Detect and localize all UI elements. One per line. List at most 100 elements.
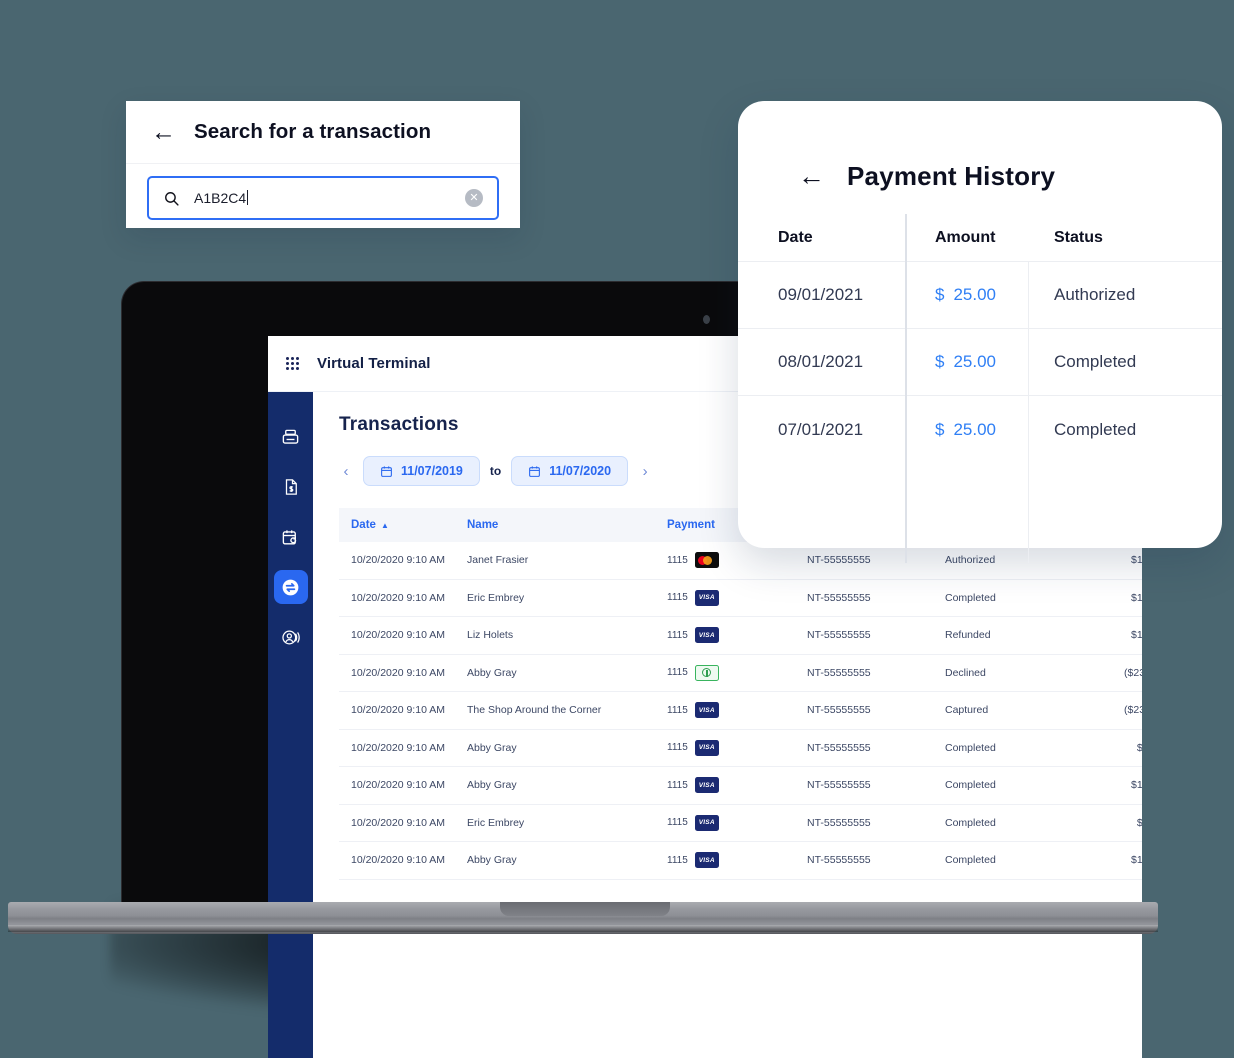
payment-history-table-header: Date Amount Status	[738, 214, 1222, 261]
cell-payment: 1115	[667, 552, 807, 569]
ph-cell-amount: $25.00	[935, 285, 997, 304]
ph-cell-status: Authorized	[1054, 285, 1136, 304]
date-start-value: 11/07/2019	[401, 464, 463, 478]
ph-cell-status: Completed	[1054, 419, 1137, 439]
date-end-field[interactable]: 11/07/2020	[511, 456, 629, 486]
cell-payment: 1115 VISA	[667, 589, 807, 606]
cash-icon	[694, 664, 719, 681]
date-end-value: 11/07/2020	[549, 464, 612, 478]
card-reader-icon	[282, 429, 299, 444]
cell-status: Completed	[945, 854, 996, 867]
cell-name: Eric Embrey	[467, 816, 525, 829]
table-vertical-divider-2	[1028, 261, 1029, 563]
table-row[interactable]: 10/20/2020 9:10 AM Abby Gray 1115 VISA NT-55…	[339, 730, 1142, 767]
payment-history-table: Date Amount Status 09/01/2021 $25.00 Autho…	[738, 214, 1222, 563]
card-last4: 1115	[667, 554, 688, 566]
visa-icon: VISA	[694, 852, 719, 869]
sidebar-item-customers[interactable]	[274, 620, 308, 654]
cell-amount: $100.00	[1131, 854, 1142, 867]
cell-status: Completed	[945, 816, 996, 829]
search-card-header: ← Search for a transaction	[126, 101, 520, 164]
cell-transaction-id: NT-55555555	[807, 741, 871, 754]
ph-cell-date: 08/01/2021	[778, 352, 864, 371]
currency-symbol: $	[935, 419, 945, 439]
payment-history-title: Payment History	[847, 161, 1056, 191]
payment-history-rows: 09/01/2021 $25.00 Authorized 08/01/2021 $25.…	[738, 262, 1222, 463]
visa-icon: VISA	[694, 739, 719, 756]
cell-amount: $100.00	[1131, 779, 1142, 792]
card-last4: 1115	[667, 854, 688, 866]
cell-date: 10/20/2020 9:10 AM	[351, 554, 445, 567]
mastercard-icon	[694, 552, 719, 569]
column-header-date[interactable]: Date ▲	[339, 519, 467, 531]
sidebar-item-terminal[interactable]	[274, 420, 308, 454]
sort-ascending-icon: ▲	[380, 521, 389, 530]
visa-icon: VISA	[694, 702, 719, 719]
card-last4: 1115	[667, 779, 688, 791]
cell-name: Liz Holets	[467, 629, 514, 642]
sidebar	[268, 392, 313, 1058]
clear-search-button[interactable]: ✕	[465, 189, 483, 207]
sidebar-item-invoices[interactable]	[274, 470, 308, 504]
cell-payment: 1115 VISA	[667, 627, 807, 644]
cell-date: 10/20/2020 9:10 AM	[351, 591, 445, 604]
laptop-base-notch	[500, 902, 670, 916]
text-cursor	[247, 190, 249, 205]
card-last4: 1115	[667, 629, 688, 641]
transactions-table: Date▲ Name Payment Transaction ID Status…	[339, 508, 1142, 880]
sidebar-item-transactions[interactable]	[273, 570, 308, 604]
ph-cell-amount: $25.00	[935, 352, 997, 371]
payment-history-row[interactable]: 07/01/2021 $25.00 Completed	[738, 396, 1222, 463]
cell-name: Abby Gray	[467, 741, 517, 754]
cell-date: 10/20/2020 9:10 AM	[351, 666, 445, 679]
visa-icon: VISA	[694, 777, 719, 794]
cell-status: Refunded	[945, 629, 991, 642]
cell-transaction-id: NT-55555555	[807, 704, 871, 717]
sidebar-item-recurring[interactable]	[274, 520, 308, 554]
cell-amount: $100.00	[1131, 554, 1142, 567]
arrow-left-icon[interactable]: ←	[151, 119, 176, 145]
user-circle-icon	[282, 630, 300, 644]
date-prev-button[interactable]: ‹	[339, 463, 353, 480]
search-input-wrapper: A1B2C4 ✕	[126, 164, 520, 220]
table-row[interactable]: 10/20/2020 9:10 AM The Shop Around the Co…	[339, 692, 1142, 730]
cell-status: Completed	[945, 741, 996, 754]
ph-cell-date: 09/01/2021	[778, 285, 864, 304]
app-title: Virtual Terminal	[317, 355, 431, 372]
cell-transaction-id: NT-55555555	[807, 666, 871, 679]
table-row[interactable]: 10/20/2020 9:10 AM Liz Holets 1115 VISA NT-5…	[339, 617, 1142, 655]
cell-payment: 1115 VISA	[667, 777, 807, 794]
visa-icon: VISA	[694, 589, 719, 606]
cell-name: Eric Embrey	[467, 591, 525, 604]
card-last4: 1115	[667, 817, 688, 829]
date-start-field[interactable]: 11/07/2019	[363, 456, 480, 486]
cell-status: Completed	[945, 591, 996, 604]
calendar-icon	[529, 465, 541, 477]
table-row[interactable]: 10/20/2020 9:10 AM Abby Gray 1115 NT-555555…	[339, 655, 1142, 692]
cell-payment: 1115 VISA	[667, 852, 807, 869]
payment-history-header: ← Payment History	[738, 101, 1222, 192]
visa-icon: VISA	[694, 814, 719, 831]
cell-transaction-id: NT-55555555	[807, 779, 871, 792]
cell-amount: ($234.33)	[1124, 666, 1142, 679]
laptop-base-edge	[8, 925, 1158, 932]
payment-history-row[interactable]: 08/01/2021 $25.00 Completed	[738, 329, 1222, 396]
cell-payment: 1115	[667, 664, 807, 681]
payment-history-row[interactable]: 09/01/2021 $25.00 Authorized	[738, 262, 1222, 329]
table-row[interactable]: 10/20/2020 9:10 AM Abby Gray 1115 VISA NT-55…	[339, 767, 1142, 805]
date-next-button[interactable]: ›	[638, 463, 652, 480]
cell-name: The Shop Around the Corner	[467, 704, 602, 717]
table-row[interactable]: 10/20/2020 9:10 AM Abby Gray 1115 VISA NT-55…	[339, 842, 1142, 880]
grid-apps-icon[interactable]	[286, 357, 299, 370]
search-input[interactable]: A1B2C4 ✕	[147, 176, 499, 220]
table-row[interactable]: 10/20/2020 9:10 AM Eric Embrey 1115 VISA NT-…	[339, 805, 1142, 842]
cell-name: Abby Gray	[467, 666, 517, 679]
column-header-name[interactable]: Name	[467, 519, 667, 531]
cell-payment: 1115 VISA	[667, 814, 807, 831]
arrow-left-icon[interactable]: ←	[798, 163, 825, 190]
cell-date: 10/20/2020 9:10 AM	[351, 629, 445, 642]
table-row[interactable]: 10/20/2020 9:10 AM Eric Embrey 1115 VISA NT-…	[339, 580, 1142, 617]
cell-date: 10/20/2020 9:10 AM	[351, 704, 445, 717]
cell-amount: $23.23	[1136, 741, 1142, 754]
cell-status: Captured	[945, 704, 989, 717]
